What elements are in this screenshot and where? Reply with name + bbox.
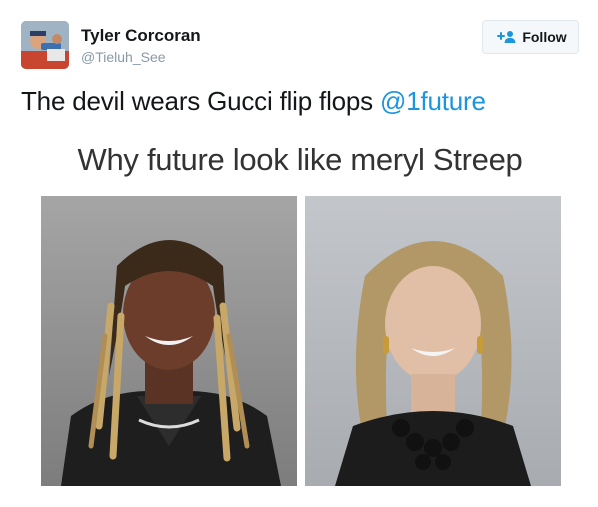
tweet-card: Tyler Corcoran @Tieluh_See Follow The de… xyxy=(0,0,598,507)
tweet-media-image[interactable]: Why future look like meryl Streep xyxy=(21,124,579,494)
tweet-text-body: The devil wears Gucci flip flops xyxy=(21,86,380,116)
media-caption: Why future look like meryl Streep xyxy=(77,142,523,177)
user-display-name[interactable]: Tyler Corcoran xyxy=(81,26,201,46)
avatar-image xyxy=(21,21,69,69)
user-handle[interactable]: @Tieluh_See xyxy=(81,49,166,65)
follow-button-label: Follow xyxy=(522,29,567,45)
tweet-text: The devil wears Gucci flip flops @1futur… xyxy=(21,86,486,117)
tweet-mention-link[interactable]: @1future xyxy=(380,86,486,116)
user-avatar[interactable] xyxy=(21,21,69,69)
follow-person-plus-icon xyxy=(494,30,516,44)
follow-button[interactable]: Follow xyxy=(482,20,579,54)
photo-meryl-streep xyxy=(305,196,561,486)
photo-future xyxy=(41,196,297,486)
